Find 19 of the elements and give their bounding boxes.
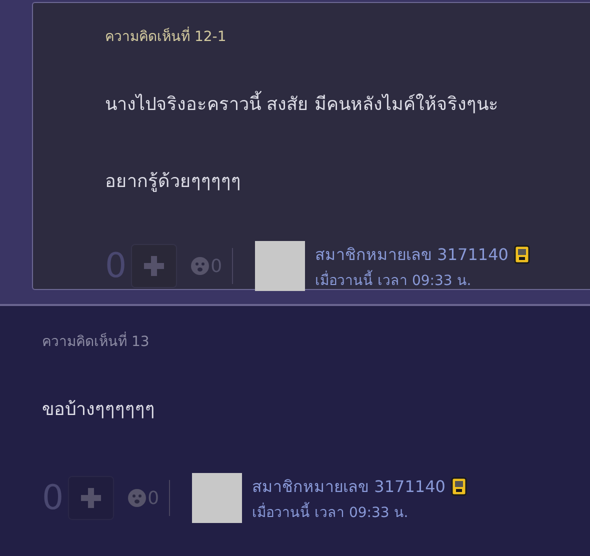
- post-time: เมื่อวานนี้ เวลา 09:33 น.: [315, 268, 530, 290]
- phone-icon: [514, 244, 530, 264]
- comment-text: ขอบ้างๆๆๆๆๆๆ: [42, 398, 156, 422]
- avatar-placeholder: [255, 241, 306, 291]
- plus-button[interactable]: [68, 476, 114, 520]
- member-link[interactable]: สมาชิกหมายเลข 3171140: [315, 242, 508, 266]
- comment-number: ความคิดเห็นที่ 13: [42, 330, 590, 352]
- plus-icon: [80, 487, 102, 509]
- post-time: เมื่อวานนี้ เวลา 09:33 น.: [252, 500, 468, 522]
- emotion-icon: [190, 257, 209, 275]
- comment-text: นางไปจริงอะคราวนี้ สงสัย มีคนหลังไมค์ให้จริงๆนะ: [105, 89, 590, 118]
- plus-icon: [142, 255, 165, 277]
- avatar-placeholder: [192, 473, 242, 523]
- plus-button[interactable]: [130, 244, 177, 288]
- phone-icon: [451, 476, 468, 496]
- comment-text: อยากรู้ด้วยๆๆๆๆๆ: [105, 170, 242, 194]
- comment-number: ความคิดเห็นที่ 12-1: [105, 25, 590, 47]
- emotion-icon: [128, 489, 146, 507]
- member-link[interactable]: สมาชิกหมายเลข 3171140: [252, 474, 446, 498]
